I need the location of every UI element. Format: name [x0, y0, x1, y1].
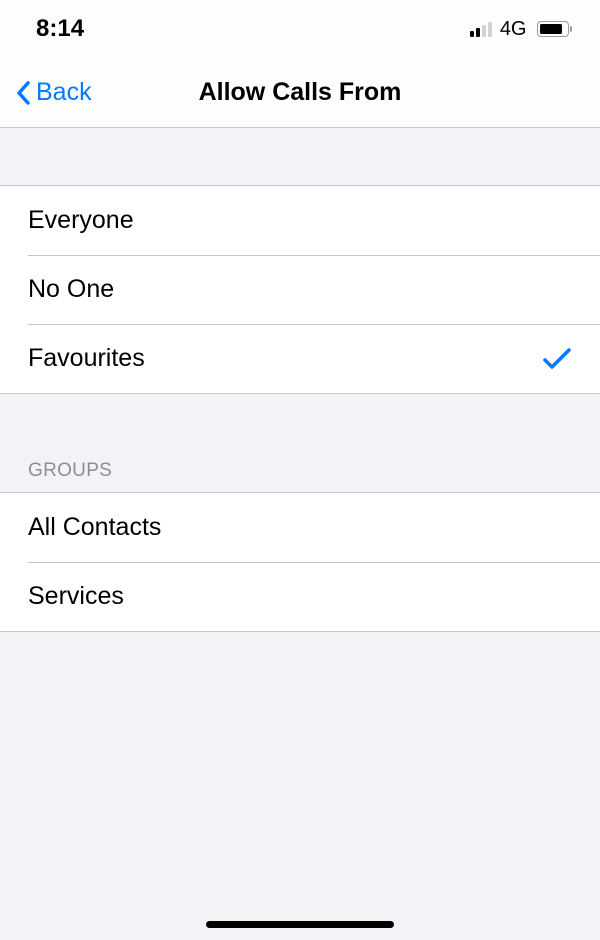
network-label: 4G [500, 18, 527, 41]
allow-calls-list: Everyone No One Favourites [0, 185, 600, 394]
option-label: Favourites [28, 344, 145, 373]
signal-icon [470, 21, 492, 37]
status-right: 4G [470, 18, 572, 41]
option-everyone[interactable]: Everyone [0, 186, 600, 255]
option-label: No One [28, 275, 114, 304]
back-label: Back [36, 78, 92, 107]
option-label: All Contacts [28, 513, 161, 542]
back-button[interactable]: Back [0, 78, 92, 107]
nav-bar: Back Allow Calls From [0, 58, 600, 128]
battery-icon [537, 21, 573, 37]
option-label: Services [28, 582, 124, 611]
option-label: Everyone [28, 206, 134, 235]
checkmark-icon [542, 347, 572, 371]
groups-list: All Contacts Services [0, 492, 600, 632]
status-bar: 8:14 4G [0, 0, 600, 58]
option-no-one[interactable]: No One [0, 255, 600, 324]
chevron-left-icon [14, 79, 32, 107]
home-indicator[interactable] [206, 921, 394, 928]
option-all-contacts[interactable]: All Contacts [0, 493, 600, 562]
option-favourites[interactable]: Favourites [0, 324, 600, 393]
option-services[interactable]: Services [0, 562, 600, 631]
groups-header: GROUPS [0, 394, 600, 492]
status-time: 8:14 [36, 15, 84, 43]
